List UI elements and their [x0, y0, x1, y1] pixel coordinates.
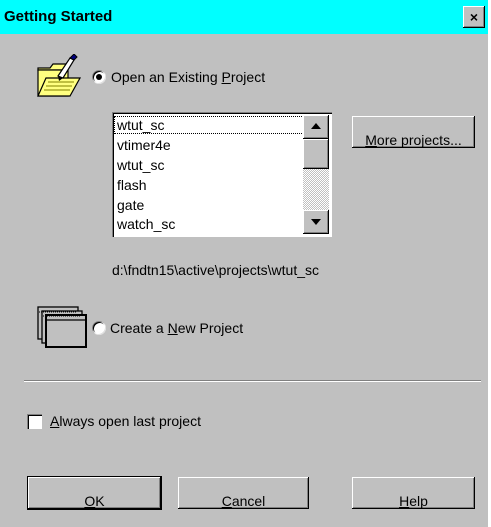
open-existing-radio[interactable]	[92, 70, 106, 84]
always-open-label[interactable]: Always open last project	[50, 413, 201, 429]
project-path: d:\fndtn15\active\projects\wtut_sc	[112, 262, 319, 278]
ok-button[interactable]: OK	[28, 477, 161, 509]
title-bar[interactable]: Getting Started ×	[0, 0, 488, 34]
project-list-scrollbar[interactable]	[303, 115, 329, 234]
create-new-radio[interactable]	[92, 321, 106, 335]
cancel-button[interactable]: Cancel	[178, 477, 309, 509]
open-folder-icon	[37, 54, 82, 97]
list-item[interactable]: watch_sc	[117, 216, 175, 232]
create-new-label[interactable]: Create a New Project	[110, 320, 243, 336]
arrow-up-icon	[311, 123, 321, 129]
project-listbox[interactable]: wtut_sc vtimer4e wtut_sc flash gate watc…	[112, 112, 332, 237]
list-item[interactable]: vtimer4e	[117, 137, 171, 153]
close-icon: ×	[469, 9, 479, 25]
more-projects-button[interactable]: More projects...	[352, 116, 475, 148]
open-existing-label[interactable]: Open an Existing Project	[111, 69, 265, 85]
list-item[interactable]: gate	[117, 197, 144, 213]
close-button[interactable]: ×	[463, 6, 485, 28]
help-button[interactable]: Help	[352, 477, 475, 509]
list-item[interactable]: wtut_sc	[114, 116, 304, 134]
list-item[interactable]: flash	[117, 177, 147, 193]
always-open-checkbox[interactable]	[27, 414, 42, 429]
getting-started-dialog: Getting Started × Open an Existing Proje…	[0, 0, 488, 527]
list-item[interactable]: wtut_sc	[117, 157, 164, 173]
arrow-down-icon	[311, 219, 321, 225]
stacked-windows-icon	[37, 306, 87, 348]
scroll-up-button[interactable]	[303, 115, 329, 139]
divider	[24, 380, 481, 382]
scroll-down-button[interactable]	[303, 210, 329, 234]
scroll-thumb[interactable]	[303, 139, 329, 169]
dialog-title: Getting Started	[4, 8, 113, 25]
